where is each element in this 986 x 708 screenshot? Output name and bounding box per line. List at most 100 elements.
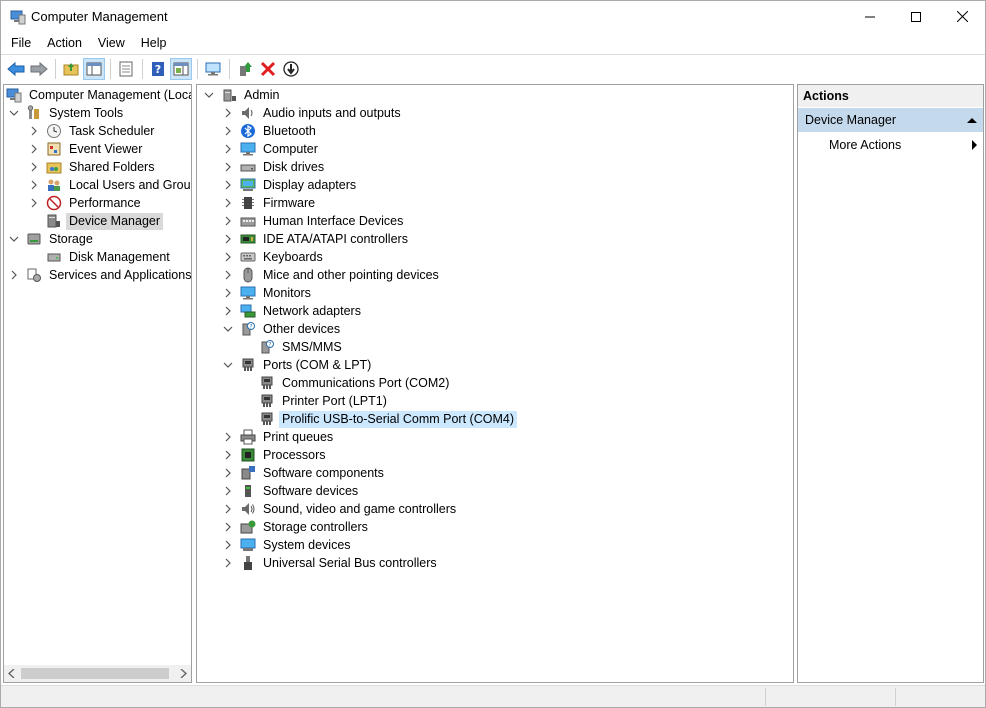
chevron-right-icon[interactable]	[222, 140, 234, 158]
uninstall-device-button[interactable]	[257, 58, 279, 80]
device-tree-item-sms-mms[interactable]: ? SMS/MMS	[241, 338, 345, 356]
chevron-right-icon[interactable]	[8, 266, 20, 284]
console-tree-item-performance[interactable]: Performance	[28, 194, 144, 212]
device-tree-item-monitors[interactable]: Monitors	[222, 284, 314, 302]
device-tree-item-prolific-usb-to-serial-comm-port-com4[interactable]: Prolific USB-to-Serial Comm Port (COM4)	[241, 410, 517, 428]
device-tree-item-ports-com-lpt[interactable]: Ports (COM & LPT)	[222, 356, 374, 374]
chevron-right-icon[interactable]	[222, 482, 234, 500]
chevron-down-icon[interactable]	[8, 104, 20, 122]
device-tree-item-software-devices[interactable]: Software devices	[222, 482, 361, 500]
chevron-right-icon[interactable]	[222, 176, 234, 194]
menu-action[interactable]: Action	[40, 36, 89, 50]
chevron-right-icon[interactable]	[222, 104, 234, 122]
close-button[interactable]	[939, 1, 985, 32]
console-tree-pane[interactable]: Computer Management (Local System Tools T…	[3, 84, 192, 683]
device-tree-item-other-devices[interactable]: ? Other devices	[222, 320, 343, 338]
device-tree-item-print-queues[interactable]: Print queues	[222, 428, 336, 446]
device-tree-item-display-adapters[interactable]: Display adapters	[222, 176, 359, 194]
device-tree-item-processors[interactable]: Processors	[222, 446, 329, 464]
console-tree-item-shared-folders[interactable]: Shared Folders	[28, 158, 157, 176]
device-tree-item-computer[interactable]: Computer	[222, 140, 321, 158]
chevron-right-icon[interactable]	[222, 158, 234, 176]
device-tree-item-firmware[interactable]: Firmware	[222, 194, 318, 212]
chevron-right-icon[interactable]	[222, 248, 234, 266]
monitor-icon	[205, 62, 221, 76]
chevron-right-icon[interactable]	[28, 176, 40, 194]
maximize-button[interactable]	[893, 1, 939, 32]
device-tree-item-universal-serial-bus-controllers[interactable]: Universal Serial Bus controllers	[222, 554, 440, 572]
chevron-right-icon[interactable]	[222, 464, 234, 482]
device-tree-item-bluetooth[interactable]: Bluetooth	[222, 122, 319, 140]
submenu-arrow-icon	[971, 135, 978, 161]
console-tree-item-services-and-applications[interactable]: Services and Applications	[8, 266, 191, 284]
device-tree-item-keyboards[interactable]: Keyboards	[222, 248, 326, 266]
chevron-right-icon[interactable]	[222, 536, 234, 554]
device-tree-item-mice-and-other-pointing-devices[interactable]: Mice and other pointing devices	[222, 266, 442, 284]
chevron-right-icon[interactable]	[28, 122, 40, 140]
device-tree-item-ide-ata-atapi-controllers[interactable]: IDE ATA/ATAPI controllers	[222, 230, 411, 248]
menu-view[interactable]: View	[91, 36, 132, 50]
tree-root[interactable]: Computer Management (Local	[6, 86, 191, 104]
update-driver-button[interactable]	[234, 58, 256, 80]
chevron-right-icon[interactable]	[222, 122, 234, 140]
show-hide-action-pane-button[interactable]	[170, 58, 192, 80]
chevron-down-icon[interactable]	[8, 230, 20, 248]
chevron-right-icon[interactable]	[222, 428, 234, 446]
toolbar-separator	[197, 59, 198, 79]
device-tree-item-audio-inputs-and-outputs[interactable]: Audio inputs and outputs	[222, 104, 404, 122]
device-tree-item-software-components[interactable]: Software components	[222, 464, 387, 482]
console-tree-item-local-users-and-groups[interactable]: Local Users and Groups	[28, 176, 191, 194]
console-tree-item-storage[interactable]: Storage	[8, 230, 96, 248]
chevron-right-icon[interactable]	[222, 230, 234, 248]
horizontal-scrollbar[interactable]	[4, 665, 191, 682]
show-hide-console-tree-button[interactable]	[83, 58, 105, 80]
device-tree-root[interactable]: Admin	[203, 86, 282, 104]
device-tree-pane[interactable]: Admin Audio inputs and outputs Bluetooth C…	[196, 84, 794, 683]
console-tree-item-system-tools[interactable]: System Tools	[8, 104, 126, 122]
back-button[interactable]	[5, 58, 27, 80]
chevron-right-icon[interactable]	[222, 500, 234, 518]
menu-help[interactable]: Help	[134, 36, 174, 50]
console-tree-item-event-viewer[interactable]: Event Viewer	[28, 140, 145, 158]
device-tree-item-network-adapters[interactable]: Network adapters	[222, 302, 364, 320]
device-tree-item-communications-port-com2[interactable]: Communications Port (COM2)	[241, 374, 452, 392]
forward-button[interactable]	[28, 58, 50, 80]
device-tree-item-printer-port-lpt1[interactable]: Printer Port (LPT1)	[241, 392, 390, 410]
properties-button[interactable]	[115, 58, 137, 80]
disable-device-button[interactable]	[280, 58, 302, 80]
chevron-right-icon[interactable]	[222, 302, 234, 320]
tree-item-label: Storage controllers	[263, 519, 368, 534]
console-tree-item-disk-management[interactable]: Disk Management	[28, 248, 173, 266]
console-tree-item-device-manager[interactable]: Device Manager	[28, 212, 164, 230]
menu-file[interactable]: File	[4, 36, 38, 50]
actions-section-device-manager[interactable]: Device Manager	[798, 108, 983, 132]
svg-text:?: ?	[155, 63, 161, 76]
chevron-right-icon[interactable]	[222, 554, 234, 572]
more-actions-item[interactable]: More Actions	[829, 135, 981, 155]
chevron-right-icon[interactable]	[222, 446, 234, 464]
device-tree-item-disk-drives[interactable]: Disk drives	[222, 158, 327, 176]
up-one-level-button[interactable]	[60, 58, 82, 80]
chevron-down-icon[interactable]	[203, 86, 215, 104]
device-tree-item-system-devices[interactable]: System devices	[222, 536, 354, 554]
console-tree-item-task-scheduler[interactable]: Task Scheduler	[28, 122, 157, 140]
chevron-right-icon[interactable]	[222, 266, 234, 284]
help-button[interactable]: ?	[147, 58, 169, 80]
minimize-button[interactable]	[847, 1, 893, 32]
other-devices-icon: ?	[240, 321, 256, 337]
device-tree-item-sound-video-and-game-controllers[interactable]: Sound, video and game controllers	[222, 500, 459, 518]
device-tree-item-human-interface-devices[interactable]: Human Interface Devices	[222, 212, 406, 230]
chevron-right-icon[interactable]	[222, 284, 234, 302]
device-tree-item-storage-controllers[interactable]: Storage controllers	[222, 518, 371, 536]
chevron-right-icon[interactable]	[222, 194, 234, 212]
monitor-icon	[240, 285, 256, 301]
chevron-right-icon[interactable]	[222, 518, 234, 536]
chevron-right-icon[interactable]	[222, 212, 234, 230]
chevron-right-icon[interactable]	[28, 158, 40, 176]
chevron-right-icon[interactable]	[28, 194, 40, 212]
scrollbar-thumb[interactable]	[21, 668, 169, 679]
chevron-down-icon[interactable]	[222, 356, 234, 374]
scan-hardware-button[interactable]	[202, 58, 224, 80]
chevron-right-icon[interactable]	[28, 140, 40, 158]
chevron-down-icon[interactable]	[222, 320, 234, 338]
